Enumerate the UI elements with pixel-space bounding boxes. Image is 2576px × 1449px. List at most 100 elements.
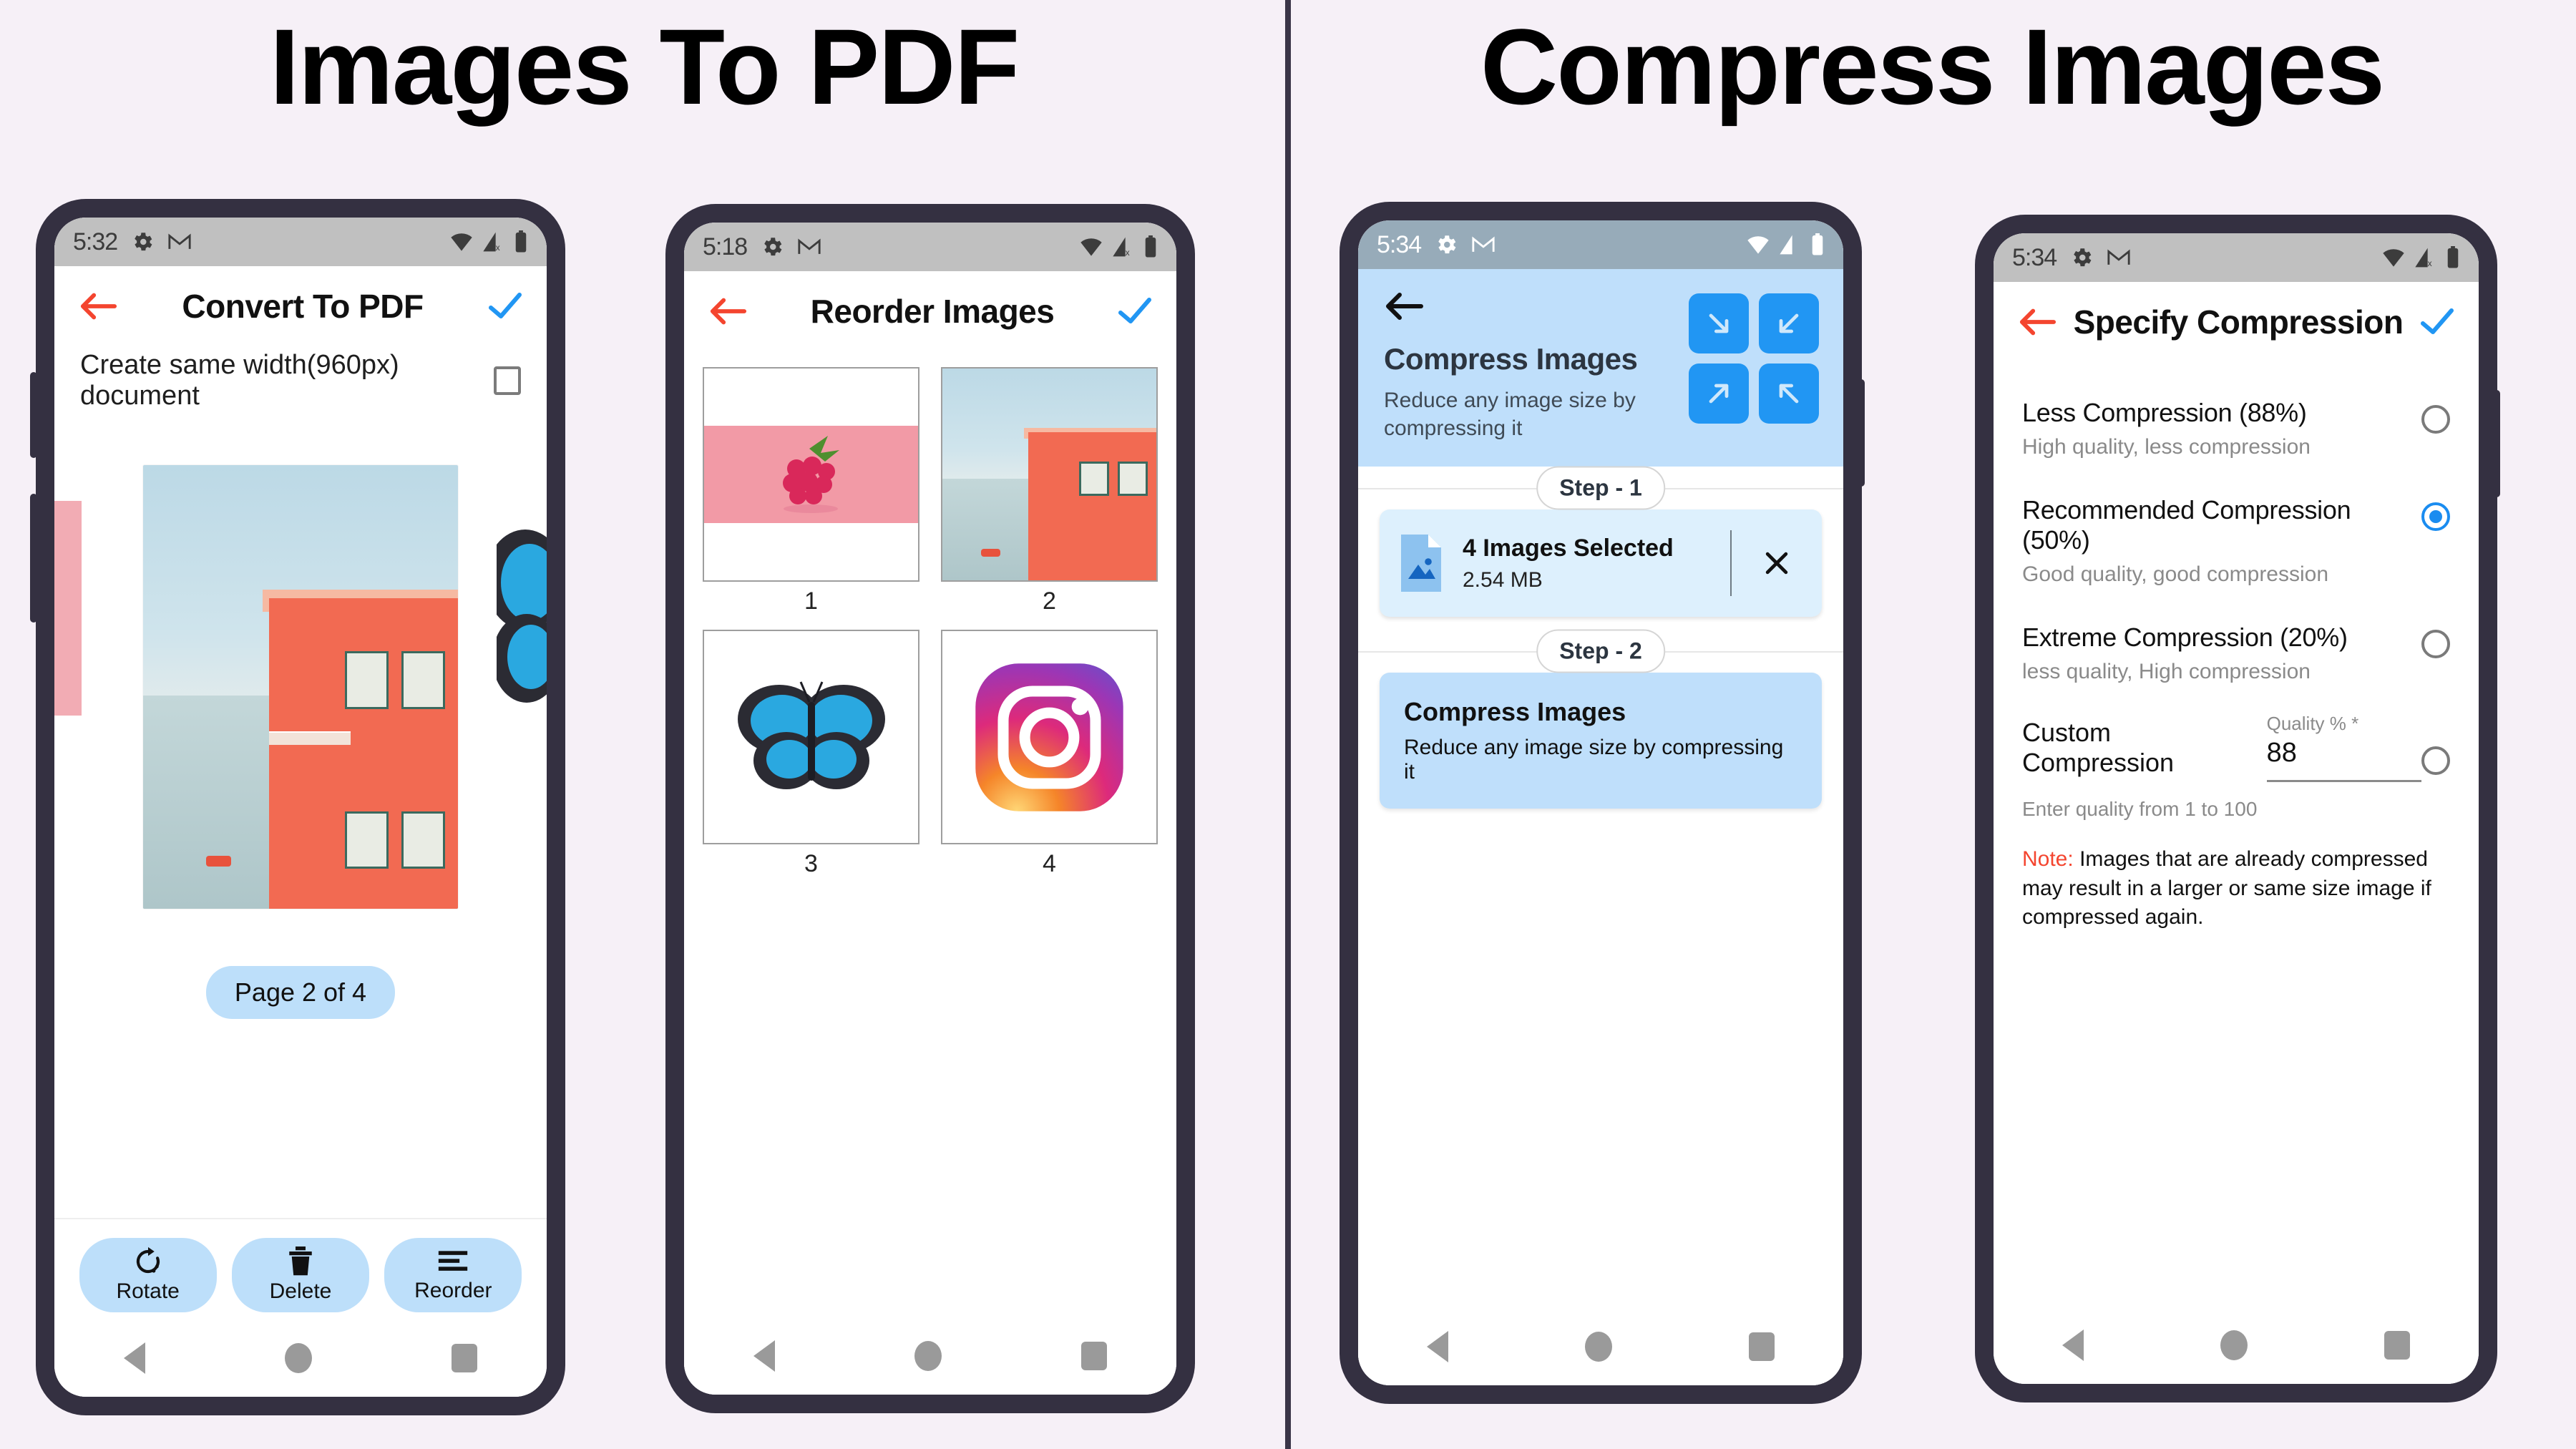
phone-frame-4: 5:34 x Specify Compression Less Compress…	[1975, 215, 2497, 1402]
gmail-icon	[2107, 248, 2131, 268]
system-nav-bar	[1994, 1307, 2479, 1384]
reorder-button[interactable]: Reorder	[384, 1238, 522, 1312]
option-subtitle: High quality, less compression	[2022, 435, 2311, 459]
radio-extreme-compression[interactable]	[2421, 630, 2450, 658]
quality-field[interactable]: Quality % * 88	[2266, 713, 2421, 782]
compression-option-extreme[interactable]: Extreme Compression (20%) less quality, …	[2022, 605, 2450, 703]
delete-label: Delete	[269, 1279, 332, 1303]
rotate-button[interactable]: Rotate	[79, 1238, 217, 1312]
grid-item[interactable]: 1	[703, 367, 919, 625]
nav-recents-icon[interactable]	[1080, 1342, 1107, 1370]
option-title: Recommended Compression (50%)	[2022, 495, 2351, 555]
confirm-check-icon[interactable]	[2420, 308, 2454, 336]
compression-options-list: Less Compression (88%) High quality, les…	[1994, 362, 2479, 932]
panel-divider	[1285, 0, 1291, 1449]
nav-recents-icon[interactable]	[2384, 1331, 2411, 1360]
nav-back-icon[interactable]	[1426, 1331, 1448, 1362]
back-arrow-icon[interactable]	[79, 291, 117, 322]
gear-icon	[2069, 245, 2094, 270]
radio-less-compression[interactable]	[2421, 405, 2450, 434]
gear-icon	[760, 235, 784, 259]
page-title: Reorder Images	[810, 293, 1055, 330]
option-title: Less Compression (88%)	[2022, 398, 2307, 427]
step-1-separator: Step - 1	[1358, 466, 1843, 510]
poster-stage: Images To PDF Compress Images 5:32 x Con…	[0, 0, 2576, 1449]
custom-compression-label: Custom Compression	[2022, 718, 2175, 777]
quality-field-caption: Quality % *	[2266, 713, 2359, 734]
carousel-current-image[interactable]	[143, 465, 458, 909]
grid-item-number: 4	[1043, 850, 1056, 877]
nav-home-icon[interactable]	[2220, 1330, 2248, 1360]
step-2-separator: Step - 2	[1358, 629, 1843, 673]
option-subtitle: less quality, High compression	[2022, 660, 2311, 683]
compress-action-card[interactable]: Compress Images Reduce any image size by…	[1380, 673, 1822, 809]
app-bar: Specify Compression	[1994, 282, 2479, 362]
nav-back-icon[interactable]	[753, 1340, 776, 1372]
phone1-side-button-bottom	[30, 494, 37, 623]
nav-home-icon[interactable]	[284, 1343, 312, 1373]
trash-icon	[286, 1246, 315, 1277]
nav-recents-icon[interactable]	[1749, 1332, 1775, 1361]
compression-option-recommended[interactable]: Recommended Compression (50%) Good quali…	[2022, 478, 2450, 605]
compression-option-custom[interactable]: Custom Compression Quality % * 88	[2022, 703, 2450, 786]
confirm-check-icon[interactable]	[488, 292, 522, 321]
rotate-label: Rotate	[116, 1279, 180, 1303]
signal-off-icon	[1779, 234, 1802, 255]
svg-text:x: x	[496, 243, 500, 253]
app-bar: Convert To PDF	[54, 266, 547, 346]
status-time: 5:34	[2012, 243, 2057, 271]
nav-back-icon[interactable]	[2062, 1330, 2084, 1361]
nav-back-icon[interactable]	[124, 1342, 146, 1374]
carousel-peek-right[interactable]	[497, 494, 547, 730]
confirm-check-icon[interactable]	[1118, 297, 1152, 326]
thumbnail-raspberry[interactable]	[703, 367, 919, 582]
battery-icon	[514, 230, 528, 253]
remove-files-button[interactable]	[1730, 530, 1822, 596]
rotate-icon	[133, 1246, 163, 1277]
page-title: Convert To PDF	[182, 288, 424, 325]
wifi-icon	[1079, 237, 1103, 257]
grid-item[interactable]: 4	[941, 630, 1158, 888]
phone-frame-2: 5:18 x Reorder Images 1 2 3 4	[665, 204, 1195, 1413]
quality-input[interactable]: 88	[2266, 735, 2421, 782]
thumbnail-building[interactable]	[941, 367, 1158, 582]
nav-recents-icon[interactable]	[451, 1344, 477, 1372]
arrow-down-left-icon	[1759, 293, 1819, 353]
compression-option-less[interactable]: Less Compression (88%) High quality, les…	[2022, 381, 2450, 478]
option-title: Extreme Compression (20%)	[2022, 623, 2348, 652]
radio-custom-compression[interactable]	[2421, 746, 2450, 775]
status-bar: 5:34	[1358, 220, 1843, 269]
selected-files-title: 4 Images Selected	[1463, 534, 1674, 562]
wifi-icon	[449, 232, 474, 252]
delete-button[interactable]: Delete	[231, 1238, 369, 1312]
image-carousel[interactable]	[54, 415, 547, 959]
grid-item[interactable]: 2	[941, 367, 1158, 625]
radio-recommended-compression[interactable]	[2421, 502, 2450, 531]
left-panel-title: Images To PDF	[269, 6, 1020, 127]
thumbnail-instagram[interactable]	[941, 630, 1158, 844]
nav-home-icon[interactable]	[1584, 1332, 1612, 1362]
nav-home-icon[interactable]	[914, 1341, 942, 1371]
step-1-chip: Step - 1	[1536, 466, 1665, 510]
screen-convert-to-pdf: 5:32 x Convert To PDF Create same width(…	[54, 218, 547, 1397]
wifi-icon	[1746, 235, 1770, 255]
grid-item[interactable]: 3	[703, 630, 919, 888]
signal-off-icon: x	[1112, 236, 1135, 258]
carousel-peek-left[interactable]	[54, 501, 82, 716]
arrow-up-left-icon	[1759, 364, 1819, 424]
same-width-checkbox[interactable]	[494, 366, 521, 395]
reorder-grid: 1 2 3 4	[684, 351, 1176, 888]
system-nav-bar	[684, 1317, 1176, 1395]
status-bar: 5:18 x	[684, 223, 1176, 271]
back-arrow-icon[interactable]	[708, 296, 747, 327]
selected-files-card[interactable]: 4 Images Selected 2.54 MB	[1380, 509, 1822, 617]
compress-action-subtitle: Reduce any image size by compressing it	[1404, 736, 1784, 784]
thumbnail-butterfly[interactable]	[703, 630, 919, 844]
svg-text:x: x	[1126, 248, 1130, 258]
back-arrow-icon[interactable]	[2018, 306, 2057, 338]
same-width-option-row[interactable]: Create same width(960px) document	[54, 346, 547, 415]
system-nav-bar	[54, 1319, 547, 1397]
option-subtitle: Good quality, good compression	[2022, 562, 2329, 586]
status-time: 5:34	[1377, 230, 1422, 258]
screen-compress-images: 5:34 Compress Images Reduce any image si…	[1358, 220, 1843, 1385]
